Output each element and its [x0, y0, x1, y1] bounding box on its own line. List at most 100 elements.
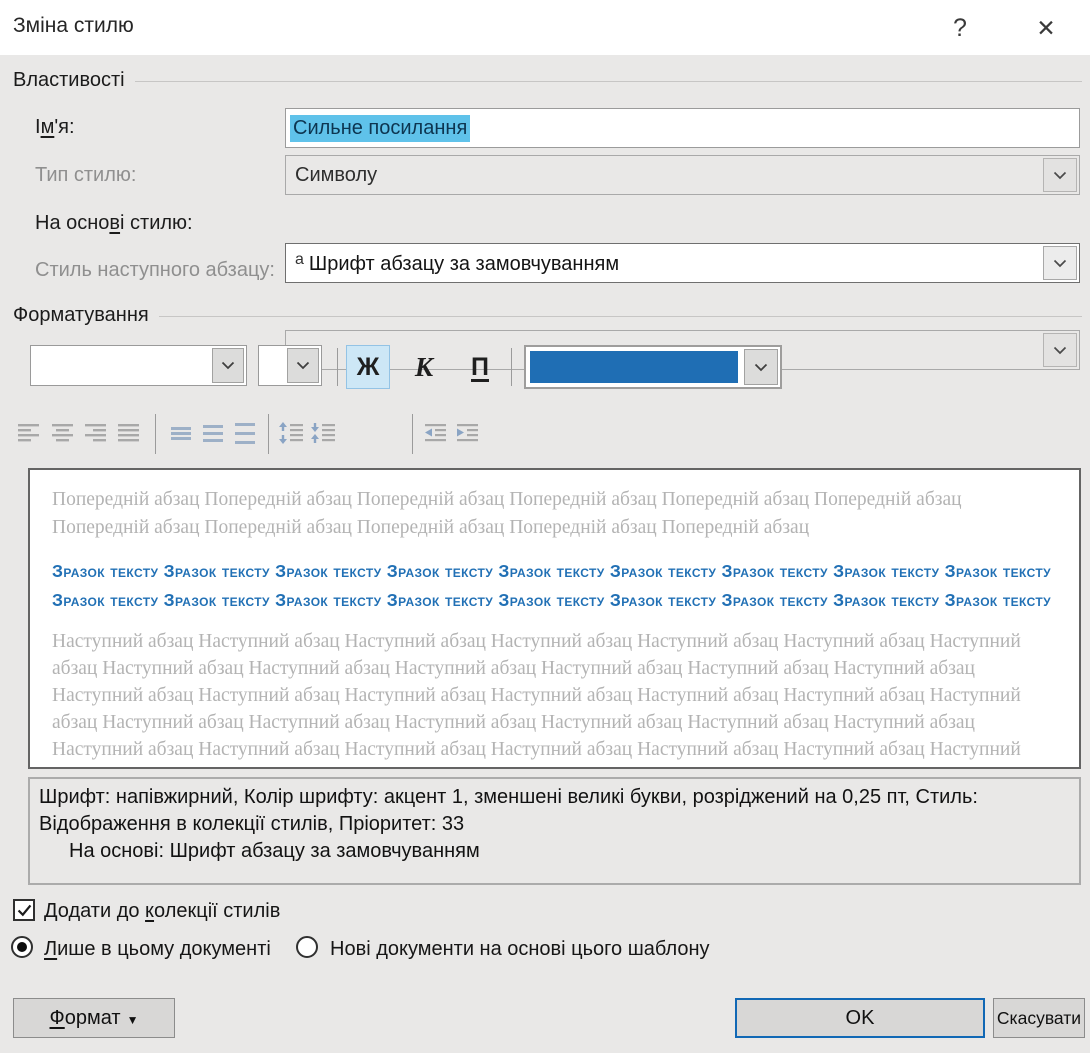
description-line: Відображення в колекції стилів, Пріорите…: [39, 813, 465, 835]
based-on-select[interactable]: a Шрифт абзацу за замовчуванням: [285, 243, 1080, 283]
only-this-document-radio[interactable]: [11, 936, 33, 958]
align-center-button[interactable]: [46, 416, 80, 450]
one-half-spacing-button[interactable]: [196, 416, 230, 450]
new-template-documents-label: Нові документи на основі цього шаблону: [330, 938, 710, 960]
titlebar: Зміна стилю ? ✕: [0, 0, 1090, 55]
label-text: олекції стилів: [154, 900, 281, 922]
font-color-select[interactable]: [524, 345, 782, 389]
label-accel: Л: [44, 938, 58, 960]
single-spacing-icon: [171, 427, 191, 440]
label-text: Додати до: [44, 900, 146, 922]
label-text: ормат: [64, 1006, 121, 1029]
style-type-select[interactable]: Символу: [285, 155, 1080, 195]
align-center-icon: [52, 424, 73, 442]
chevron-down-icon: [221, 361, 235, 370]
label-accel: в: [109, 212, 121, 234]
one-half-spacing-icon: [203, 425, 223, 442]
label-accel: м: [40, 116, 55, 138]
label-text: На осно: [35, 212, 110, 234]
dropdown-arrow-button[interactable]: [744, 349, 778, 385]
add-to-gallery-checkbox[interactable]: [13, 899, 35, 921]
only-this-document-label: Лише в цьому документі: [44, 938, 271, 961]
double-spacing-button[interactable]: [228, 416, 262, 450]
formatting-section-header: Форматування: [13, 303, 1082, 327]
help-icon[interactable]: ?: [940, 10, 980, 46]
formatting-section-title: Форматування: [13, 303, 149, 326]
properties-section-title: Властивості: [13, 68, 125, 91]
align-left-button[interactable]: [12, 416, 46, 450]
style-name-input[interactable]: Сильне посилання: [285, 108, 1080, 148]
align-left-icon: [18, 424, 39, 442]
bold-button[interactable]: Ж: [346, 345, 390, 389]
sample-text: Зразок тексту Зразок тексту Зразок текст…: [52, 561, 1051, 610]
based-on-value: a Шрифт абзацу за замовчуванням: [286, 251, 619, 276]
modify-style-dialog: Зміна стилю ? ✕ Властивості Ім'я: Сильне…: [0, 0, 1090, 1053]
dropdown-arrow-button[interactable]: [212, 348, 244, 383]
toolbar-separator: [155, 414, 156, 454]
format-button[interactable]: Формат ▼: [13, 998, 175, 1038]
label-accel: Ф: [49, 1006, 65, 1029]
align-right-button[interactable]: [79, 416, 113, 450]
increase-space-before-icon: [279, 422, 303, 444]
section-rule: [134, 81, 1082, 82]
description-line: Шрифт: напівжирний, Колір шрифту: акцент…: [39, 786, 978, 808]
dropdown-arrow-button[interactable]: [1043, 158, 1077, 192]
align-right-icon: [85, 424, 106, 442]
toolbar-separator: [511, 348, 512, 386]
previous-paragraph-text: Попередній абзац Попередній абзац Попере…: [52, 489, 962, 538]
chevron-down-icon: [1053, 259, 1067, 267]
font-size-select[interactable]: [258, 345, 322, 386]
double-spacing-icon: [235, 423, 255, 444]
close-icon[interactable]: ✕: [1026, 10, 1066, 46]
checkmark-icon: [17, 904, 31, 916]
font-name-select[interactable]: [30, 345, 247, 386]
toolbar-separator: [268, 414, 269, 454]
style-type-label: Тип стилю:: [35, 164, 137, 186]
dropdown-arrow-button[interactable]: [1043, 333, 1077, 367]
increase-space-after-button[interactable]: [306, 416, 340, 450]
decrease-indent-button[interactable]: [419, 416, 453, 450]
radio-selected-dot: [17, 942, 27, 952]
single-spacing-button[interactable]: [164, 416, 198, 450]
increase-space-after-icon: [311, 423, 335, 443]
style-description-box: Шрифт: напівжирний, Колір шрифту: акцент…: [28, 777, 1081, 885]
align-justify-button[interactable]: [112, 416, 146, 450]
description-based-on-line: На основі: Шрифт абзацу за замовчуванням: [69, 840, 480, 862]
name-label: Ім'я:: [35, 116, 75, 139]
dropdown-arrow-button[interactable]: [287, 348, 319, 383]
based-on-text: Шрифт абзацу за замовчуванням: [308, 252, 620, 275]
section-rule: [158, 316, 1082, 317]
style-preview-pane: Попередній абзац Попередній абзац Попере…: [28, 468, 1081, 769]
ok-button[interactable]: OK: [735, 998, 985, 1038]
dialog-title: Зміна стилю: [13, 14, 134, 37]
label-text: Формат: [50, 1007, 121, 1030]
label-text: 'я:: [54, 116, 75, 138]
next-paragraph-text: Наступний абзац Наступний абзац Наступни…: [52, 631, 1021, 767]
chevron-down-icon: [296, 361, 310, 370]
decrease-indent-icon: [425, 424, 446, 442]
chevron-down-icon: [1053, 171, 1067, 179]
new-template-documents-radio[interactable]: [296, 936, 318, 958]
cancel-button[interactable]: Скасувати: [993, 998, 1085, 1038]
toolbar-separator: [337, 348, 338, 386]
properties-section-header: Властивості: [13, 68, 1082, 92]
chevron-down-icon: [754, 363, 768, 371]
chevron-down-icon: [1053, 346, 1067, 354]
selected-text: Сильне посилання: [290, 114, 471, 142]
dropdown-triangle-icon: ▼: [126, 1012, 139, 1027]
dropdown-arrow-button[interactable]: [1043, 246, 1077, 280]
label-text: і стилю:: [120, 212, 193, 234]
underline-button[interactable]: П: [458, 345, 502, 389]
increase-indent-button[interactable]: [451, 416, 485, 450]
italic-button[interactable]: К: [402, 345, 446, 389]
increase-indent-icon: [457, 424, 478, 442]
label-text: ише в цьому документі: [57, 938, 271, 960]
next-style-label: Стиль наступного абзацу:: [35, 259, 275, 281]
increase-space-before-button[interactable]: [274, 416, 308, 450]
font-color-swatch: [530, 351, 738, 383]
based-on-label: На основі стилю:: [35, 212, 193, 235]
add-to-gallery-label: Додати до колекції стилів: [44, 900, 280, 923]
style-type-value: Символу: [295, 163, 378, 186]
toolbar-separator: [412, 414, 413, 454]
character-style-icon: a: [295, 250, 304, 268]
